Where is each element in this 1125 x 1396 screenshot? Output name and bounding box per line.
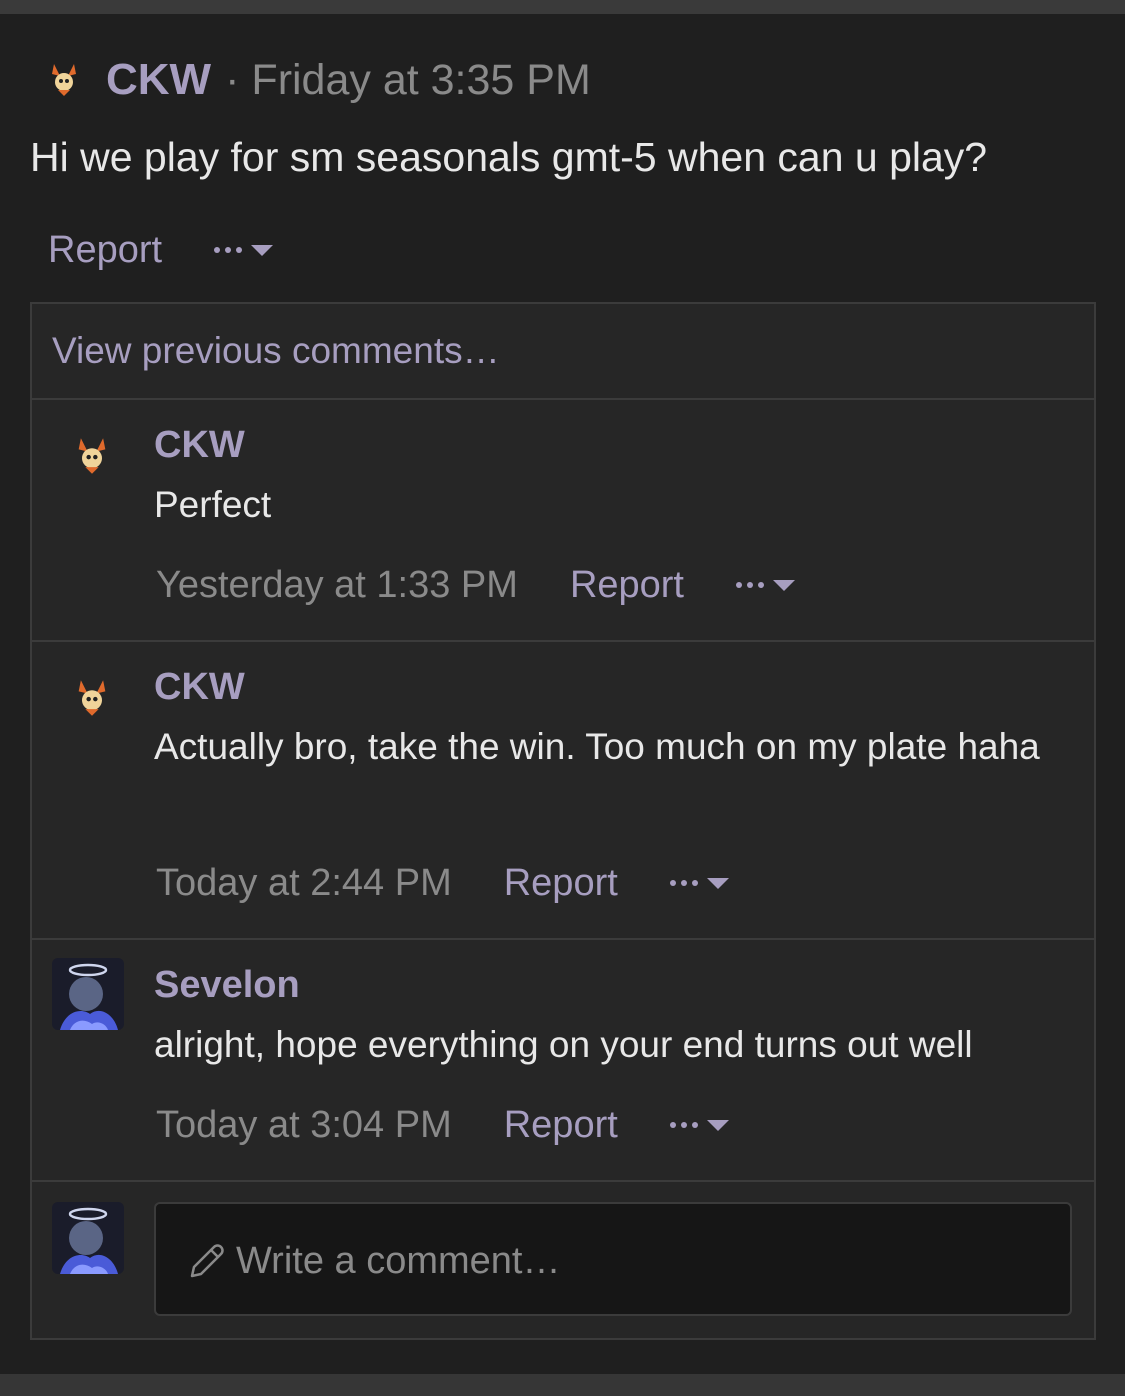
ckw-avatar-icon[interactable] bbox=[72, 436, 112, 476]
comment-item: Sevelon alright, hope everything on your… bbox=[32, 940, 1094, 1182]
comment-item: CKW Actually bro, take the win. Too much… bbox=[32, 642, 1094, 940]
current-user-avatar bbox=[52, 1202, 124, 1274]
comment-report-link[interactable]: Report bbox=[504, 1104, 618, 1147]
comment-more-menu[interactable] bbox=[669, 877, 729, 889]
post-separator: · bbox=[225, 55, 240, 104]
caret-down-icon bbox=[706, 1119, 729, 1131]
caret-down-icon bbox=[773, 579, 795, 591]
more-dots-icon bbox=[669, 1122, 698, 1128]
reply-row: Write a comment… bbox=[32, 1182, 1094, 1338]
comment-timestamp[interactable]: Today at 2:44 PM bbox=[156, 862, 452, 905]
post-more-menu[interactable] bbox=[214, 244, 274, 256]
comment-text: Perfect bbox=[154, 484, 272, 525]
comment-author[interactable]: CKW bbox=[154, 666, 245, 709]
view-previous-comments: View previous comments… bbox=[32, 304, 1094, 400]
comment-text: alright, hope everything on your end tur… bbox=[154, 1024, 973, 1065]
comment-author[interactable]: Sevelon bbox=[154, 964, 300, 1007]
view-previous-comments-link[interactable]: View previous comments… bbox=[52, 330, 500, 372]
more-dots-icon bbox=[214, 247, 243, 253]
post-body: Hi we play for sm seasonals gmt-5 when c… bbox=[30, 134, 988, 180]
post-report-link[interactable]: Report bbox=[48, 229, 162, 272]
post-actions: Report bbox=[48, 226, 274, 274]
comment-input[interactable]: Write a comment… bbox=[154, 1202, 1072, 1316]
comment-report-link[interactable]: Report bbox=[504, 862, 618, 905]
bottom-bar bbox=[0, 1374, 1125, 1396]
comment-timestamp[interactable]: Today at 3:04 PM bbox=[156, 1104, 452, 1147]
ckw-avatar-icon[interactable] bbox=[46, 62, 82, 98]
more-dots-icon bbox=[669, 880, 698, 886]
comments-panel: View previous comments… CKW Perfect Yest… bbox=[30, 302, 1096, 1340]
caret-down-icon bbox=[251, 244, 274, 256]
caret-down-icon bbox=[706, 877, 729, 889]
comment-meta: Today at 3:04 PM Report bbox=[156, 1100, 729, 1150]
comment-more-menu[interactable] bbox=[736, 579, 795, 591]
sevelon-avatar[interactable] bbox=[52, 958, 124, 1030]
comment-input-placeholder: Write a comment… bbox=[236, 1240, 561, 1282]
comment-meta: Yesterday at 1:33 PM Report bbox=[156, 560, 795, 610]
pencil-icon bbox=[190, 1244, 224, 1278]
comment-author[interactable]: CKW bbox=[154, 424, 245, 467]
comment-more-menu[interactable] bbox=[669, 1119, 729, 1131]
top-bar bbox=[0, 0, 1125, 14]
comment-meta: Today at 2:44 PM Report bbox=[156, 858, 729, 908]
comment-timestamp[interactable]: Yesterday at 1:33 PM bbox=[156, 564, 518, 607]
more-dots-icon bbox=[736, 582, 764, 588]
comment-report-link[interactable]: Report bbox=[570, 564, 684, 607]
comment-item: CKW Perfect Yesterday at 1:33 PM Report bbox=[32, 400, 1094, 642]
comment-text: Actually bro, take the win. Too much on … bbox=[154, 726, 1040, 767]
post-timestamp[interactable]: Friday at 3:35 PM bbox=[251, 56, 590, 105]
post-author[interactable]: CKW bbox=[106, 55, 211, 105]
ckw-avatar-icon[interactable] bbox=[72, 678, 112, 718]
post-header: CKW · Friday at 3:35 PM bbox=[46, 54, 591, 106]
